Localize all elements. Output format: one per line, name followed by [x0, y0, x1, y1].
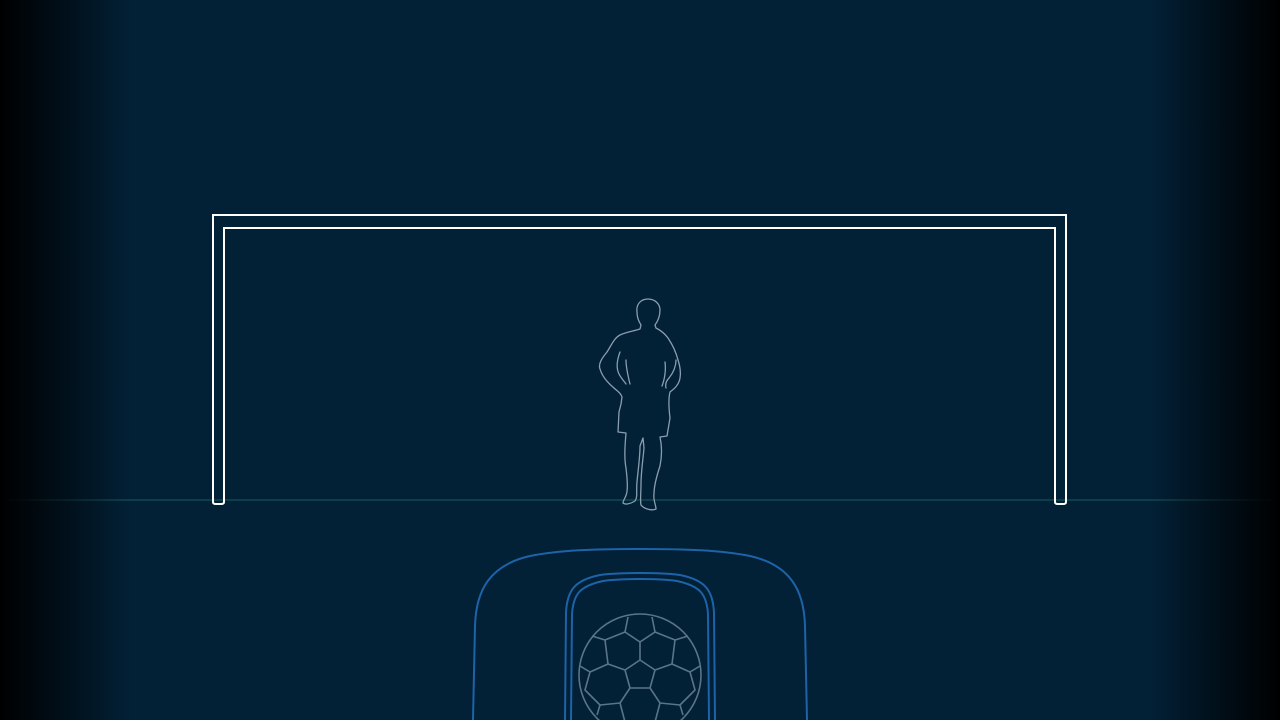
- ball-launcher-icon: [472, 547, 808, 720]
- goalkeeper-silhouette-icon: [598, 298, 682, 511]
- game-scene: [0, 0, 1280, 720]
- soccer-ball-icon: [578, 613, 702, 720]
- scene-canvas: [0, 214, 1280, 720]
